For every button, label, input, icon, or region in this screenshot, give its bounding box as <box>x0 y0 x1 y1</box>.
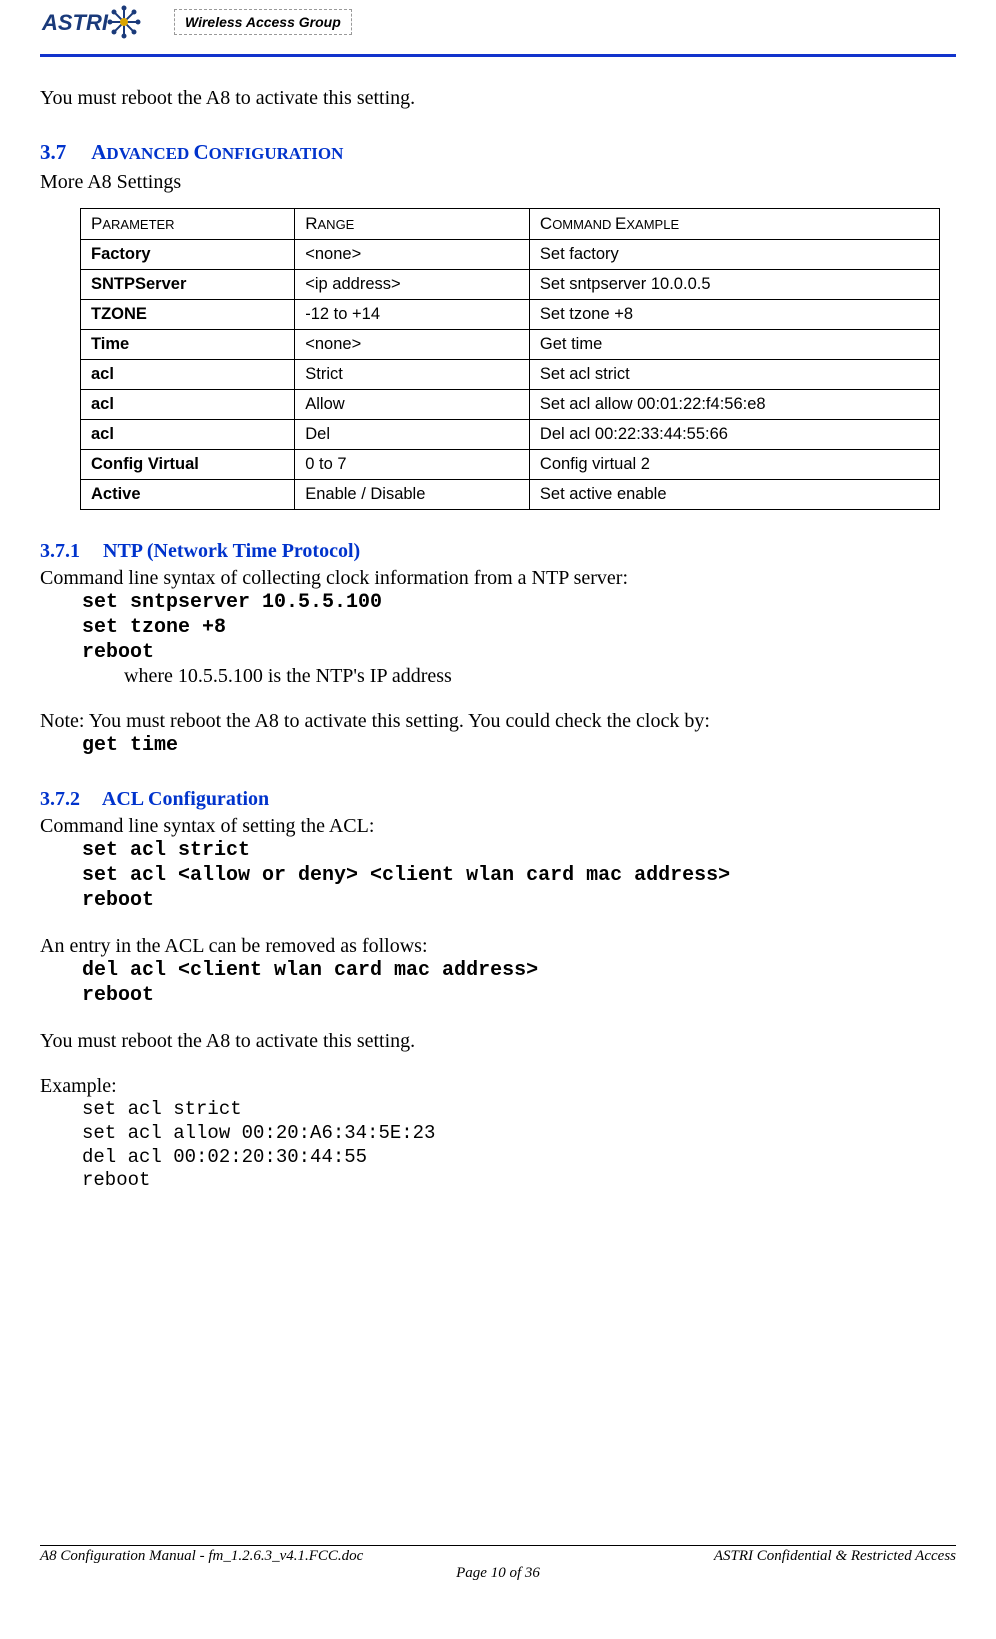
acl-cmd-1: set acl strict <box>82 838 956 863</box>
table-row: aclDelDel acl 00:22:33:44:55:66 <box>81 420 940 450</box>
cell-parameter: TZONE <box>81 300 295 330</box>
ntp-reboot-note: Note: You must reboot the A8 to activate… <box>40 710 956 733</box>
cell-range: <ip address> <box>295 270 530 300</box>
cell-parameter: Time <box>81 330 295 360</box>
intro-paragraph: You must reboot the A8 to activate this … <box>40 85 956 112</box>
table-row: Config Virtual0 to 7Config virtual 2 <box>81 450 940 480</box>
ntp-cmd-3: reboot <box>82 640 956 665</box>
ntp-cmd-2: set tzone +8 <box>82 615 956 640</box>
acl-cmd-5: reboot <box>82 983 956 1008</box>
table-row: aclStrictSet acl strict <box>81 360 940 390</box>
example-label: Example: <box>40 1075 956 1098</box>
subsection-number: 3.7.2 <box>40 788 98 811</box>
subsection-number: 3.7.1 <box>40 540 98 563</box>
table-row: TZONE-12 to +14Set tzone +8 <box>81 300 940 330</box>
footer-left: A8 Configuration Manual - fm_1.2.6.3_v4.… <box>40 1548 363 1565</box>
cell-parameter: acl <box>81 420 295 450</box>
cell-parameter: acl <box>81 360 295 390</box>
section-3-7-1-heading: 3.7.1 NTP (Network Time Protocol) <box>40 540 956 563</box>
acl-reboot-note: You must reboot the A8 to activate this … <box>40 1030 956 1053</box>
astri-logo-icon: ASTRI <box>40 0 160 44</box>
cell-range: <none> <box>295 330 530 360</box>
section-title: ADVANCED CONFIGURATION <box>91 140 343 164</box>
section-3-7-heading: 3.7 ADVANCED CONFIGURATION <box>40 140 956 165</box>
cell-range: Enable / Disable <box>295 480 530 510</box>
footer-page-number: Page 10 of 36 <box>40 1565 956 1582</box>
cell-parameter: acl <box>81 390 295 420</box>
cell-example: Set active enable <box>529 480 939 510</box>
parameter-table: PARAMETER RANGE COMMAND EXAMPLE Factory<… <box>80 208 940 510</box>
table-row: SNTPServer<ip address>Set sntpserver 10.… <box>81 270 940 300</box>
col-command-example: COMMAND EXAMPLE <box>529 209 939 240</box>
page-footer: A8 Configuration Manual - fm_1.2.6.3_v4.… <box>40 1545 956 1582</box>
table-row: ActiveEnable / DisableSet active enable <box>81 480 940 510</box>
logo-area: ASTRI Wireless Access Group <box>40 0 352 44</box>
ntp-cmd-4: get time <box>82 733 956 758</box>
cell-example: Set acl allow 00:01:22:f4:56:e8 <box>529 390 939 420</box>
cell-range: <none> <box>295 240 530 270</box>
section-number: 3.7 <box>40 140 86 165</box>
acl-cmd-2: set acl <allow or deny> <client wlan car… <box>82 863 956 888</box>
document-page: ASTRI Wireless Access Group You must reb… <box>0 0 996 1600</box>
table-row: Time<none>Get time <box>81 330 940 360</box>
subsection-title: NTP (Network Time Protocol) <box>103 540 360 562</box>
section-3-7-intro: More A8 Settings <box>40 171 956 194</box>
example-cmd-2: set acl allow 00:20:A6:34:5E:23 <box>82 1122 956 1146</box>
cell-example: Set sntpserver 10.0.0.5 <box>529 270 939 300</box>
cell-range: Strict <box>295 360 530 390</box>
table-header-row: PARAMETER RANGE COMMAND EXAMPLE <box>81 209 940 240</box>
acl-cmd-3: reboot <box>82 888 956 913</box>
acl-cmd-4: del acl <client wlan card mac address> <box>82 958 956 983</box>
subsection-title: ACL Configuration <box>102 788 269 810</box>
tagline-box: Wireless Access Group <box>174 9 352 35</box>
cell-example: Config virtual 2 <box>529 450 939 480</box>
ntp-cmd-1: set sntpserver 10.5.5.100 <box>82 590 956 615</box>
footer-right: ASTRI Confidential & Restricted Access <box>714 1548 956 1565</box>
header-divider <box>40 54 956 57</box>
cell-range: -12 to +14 <box>295 300 530 330</box>
cell-parameter: Config Virtual <box>81 450 295 480</box>
cell-range: Allow <box>295 390 530 420</box>
section-3-7-2-heading: 3.7.2 ACL Configuration <box>40 788 956 811</box>
table-row: aclAllowSet acl allow 00:01:22:f4:56:e8 <box>81 390 940 420</box>
cell-parameter: SNTPServer <box>81 270 295 300</box>
footer-divider <box>40 1545 956 1546</box>
cell-example: Del acl 00:22:33:44:55:66 <box>529 420 939 450</box>
col-range: RANGE <box>295 209 530 240</box>
cell-example: Set acl strict <box>529 360 939 390</box>
svg-text:ASTRI: ASTRI <box>41 10 109 35</box>
acl-intro: Command line syntax of setting the ACL: <box>40 815 956 838</box>
cell-range: 0 to 7 <box>295 450 530 480</box>
cell-example: Set factory <box>529 240 939 270</box>
cell-example: Get time <box>529 330 939 360</box>
col-parameter: PARAMETER <box>81 209 295 240</box>
page-header: ASTRI Wireless Access Group <box>40 0 956 44</box>
ntp-where-note: where 10.5.5.100 is the NTP's IP address <box>124 665 956 688</box>
cell-parameter: Factory <box>81 240 295 270</box>
cell-range: Del <box>295 420 530 450</box>
example-cmd-3: del acl 00:02:20:30:44:55 <box>82 1146 956 1170</box>
ntp-intro: Command line syntax of collecting clock … <box>40 567 956 590</box>
cell-example: Set tzone +8 <box>529 300 939 330</box>
cell-parameter: Active <box>81 480 295 510</box>
table-row: Factory<none>Set factory <box>81 240 940 270</box>
example-cmd-1: set acl strict <box>82 1098 956 1122</box>
acl-remove-intro: An entry in the ACL can be removed as fo… <box>40 935 956 958</box>
example-cmd-4: reboot <box>82 1169 956 1193</box>
